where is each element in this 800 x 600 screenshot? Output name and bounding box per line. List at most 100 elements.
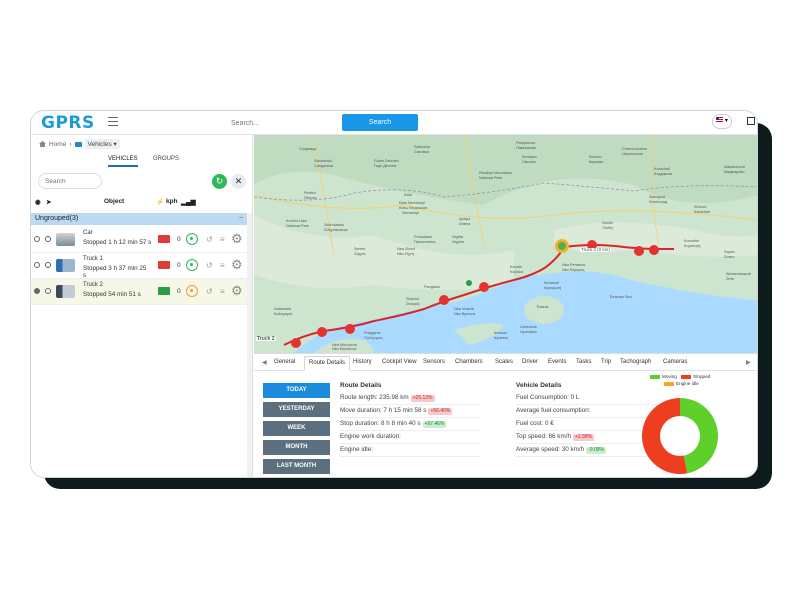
clear-button[interactable]: ✕ bbox=[231, 174, 246, 189]
tab-vehicles[interactable]: VEHICLES bbox=[108, 156, 138, 167]
route-details-title: Route Details bbox=[340, 382, 382, 389]
follow-radio[interactable] bbox=[45, 288, 51, 294]
engine-bolt-icon: ⚡ bbox=[156, 199, 165, 206]
detail-label: Engine idle: bbox=[340, 446, 373, 453]
left-panel: Home › Vehicles ▾ VEHICLES GROUPS ↻ ✕ ◉ … bbox=[31, 135, 253, 477]
breadcrumb-vehicles[interactable]: Vehicles ▾ bbox=[84, 139, 120, 149]
period-month-button[interactable]: MONTH bbox=[263, 440, 330, 455]
period-last-month-button[interactable]: LAST MONTH bbox=[263, 459, 330, 474]
gear-icon[interactable]: ⚙ bbox=[231, 283, 243, 299]
engine-icon bbox=[158, 235, 170, 243]
search-button[interactable]: Search bbox=[342, 114, 418, 131]
map-label: Sapes bbox=[724, 250, 735, 254]
history-icon[interactable]: ↺ bbox=[206, 235, 213, 244]
tab-chambers[interactable]: Chambers bbox=[455, 359, 483, 365]
map-view[interactable]: Струмица Sandanski Сандански Gotse Delch… bbox=[254, 135, 757, 353]
change-badge: -9.09% bbox=[586, 447, 606, 454]
map-label: Кърджали bbox=[654, 172, 672, 176]
truck-map-label[interactable]: Truck 2 (0 km) bbox=[580, 247, 611, 252]
map-label: Thasos bbox=[536, 305, 549, 309]
tab-groups[interactable]: GROUPS bbox=[153, 156, 179, 162]
detail-row: Route length: 235.98 km +25.13% bbox=[340, 393, 480, 405]
column-object[interactable]: Object bbox=[104, 198, 124, 205]
vehicle-row[interactable]: Truck 2 Stopped 54 min 51 s 0 ↺ ≡ ⚙ bbox=[31, 279, 247, 305]
map-label: Προσοτσάνη bbox=[414, 240, 436, 244]
eye-icon[interactable]: ◉ bbox=[35, 198, 41, 206]
gear-icon[interactable]: ⚙ bbox=[231, 257, 243, 273]
map-label: Prosotsani bbox=[414, 235, 432, 239]
detail-row: Stop duration: 8 h 8 min 40 s +97.46% bbox=[340, 419, 480, 431]
map-label: Kato bbox=[404, 193, 412, 197]
gps-signal-icon bbox=[186, 259, 198, 271]
history-icon[interactable]: ↺ bbox=[206, 287, 213, 296]
collapse-icon[interactable]: − bbox=[239, 213, 243, 225]
refresh-button[interactable]: ↻ bbox=[212, 174, 227, 189]
period-yesterday-button[interactable]: YESTERDAY bbox=[263, 402, 330, 417]
legend-engine-idle: Engine idle bbox=[676, 381, 699, 386]
tab-route-details[interactable]: Route Details bbox=[304, 356, 351, 371]
detail-label: Fuel cost: 0 € bbox=[516, 420, 554, 427]
row-menu-icon[interactable]: ≡ bbox=[220, 235, 225, 244]
tab-sensors[interactable]: Sensors bbox=[423, 359, 445, 365]
vehicle-row[interactable]: Truck 1 Stopped 3 h 37 min 25 s 0 ↺ ≡ ⚙ bbox=[31, 253, 247, 279]
tab-cockpit-view[interactable]: Cockpit View bbox=[382, 359, 417, 365]
map-label: Δράμα bbox=[459, 217, 471, 221]
history-icon[interactable]: ↺ bbox=[206, 261, 213, 270]
tabs-scroll-right-icon[interactable]: ▶ bbox=[746, 359, 751, 366]
tab-cameras[interactable]: Cameras bbox=[663, 359, 687, 365]
period-today-button[interactable]: TODAY bbox=[263, 383, 330, 398]
map-label: Pamporovo bbox=[516, 141, 536, 145]
bottom-panel: ◀ General Route Details History Cockpit … bbox=[254, 353, 757, 477]
map-label: Keramoti bbox=[544, 281, 560, 285]
tabs-scroll-left-icon[interactable]: ◀ bbox=[262, 359, 267, 366]
map-label: Kardzhali bbox=[654, 167, 670, 171]
gear-icon[interactable]: ⚙ bbox=[231, 231, 243, 247]
map-icon[interactable] bbox=[747, 117, 755, 125]
menu-icon[interactable] bbox=[108, 117, 118, 126]
change-badge: +56.40% bbox=[428, 408, 453, 415]
visibility-radio[interactable] bbox=[34, 262, 40, 268]
column-kph[interactable]: kph bbox=[166, 198, 178, 205]
map-label: Nea Zichni bbox=[397, 247, 416, 251]
visibility-radio[interactable] bbox=[34, 236, 40, 242]
map-label: Ξάνθη bbox=[602, 226, 613, 230]
truck-map-label-left[interactable]: Truck 2 bbox=[256, 337, 276, 342]
vehicle-row[interactable]: Car Stopped 1 h 12 min 57 s 0 ↺ ≡ ⚙ bbox=[31, 227, 247, 253]
map-label: Златоград bbox=[649, 200, 668, 204]
us-flag-icon bbox=[716, 117, 724, 122]
navigation-arrow-icon[interactable]: ➤ bbox=[46, 198, 51, 206]
detail-label: Route length: 235.98 km bbox=[340, 394, 409, 401]
tab-tasks[interactable]: Tasks bbox=[576, 359, 591, 365]
period-week-button[interactable]: WEEK bbox=[263, 421, 330, 436]
breadcrumb-home[interactable]: Home bbox=[49, 141, 66, 148]
map-label: Kardzhali bbox=[694, 210, 710, 214]
tab-events[interactable]: Events bbox=[548, 359, 566, 365]
map-label: Drama bbox=[459, 222, 471, 226]
map-label: Кирково bbox=[589, 160, 604, 164]
vertical-scrollbar[interactable] bbox=[247, 213, 252, 477]
search-input[interactable] bbox=[231, 115, 341, 131]
app-logo[interactable]: GPRS bbox=[41, 113, 95, 133]
tab-driver[interactable]: Driver bbox=[522, 359, 538, 365]
vehicle-name: Truck 1 bbox=[83, 256, 103, 262]
tab-tachograph[interactable]: Tachograph bbox=[620, 359, 651, 365]
follow-radio[interactable] bbox=[45, 262, 51, 268]
bottom-tabs: ◀ General Route Details History Cockpit … bbox=[254, 354, 757, 371]
tab-history[interactable]: History bbox=[353, 359, 372, 365]
change-badge: +97.46% bbox=[422, 421, 447, 428]
car-icon bbox=[56, 233, 75, 246]
language-selector[interactable]: ▾ bbox=[712, 114, 732, 129]
group-header[interactable]: Ungrouped(3) − bbox=[31, 213, 247, 225]
tab-scales[interactable]: Scales bbox=[495, 359, 513, 365]
map-label: Κομοτηνή bbox=[684, 244, 701, 248]
map-label: Черноочене bbox=[622, 152, 644, 156]
vehicle-search-input[interactable] bbox=[38, 173, 102, 189]
visibility-radio[interactable] bbox=[34, 288, 40, 294]
follow-radio[interactable] bbox=[45, 236, 51, 242]
tab-trip[interactable]: Trip bbox=[601, 359, 611, 365]
row-menu-icon[interactable]: ≡ bbox=[220, 287, 225, 296]
left-tabs: VEHICLES GROUPS bbox=[31, 153, 253, 169]
map-label: Νέα Βρασνα bbox=[454, 312, 476, 316]
row-menu-icon[interactable]: ≡ bbox=[220, 261, 225, 270]
tab-general[interactable]: General bbox=[274, 359, 295, 365]
